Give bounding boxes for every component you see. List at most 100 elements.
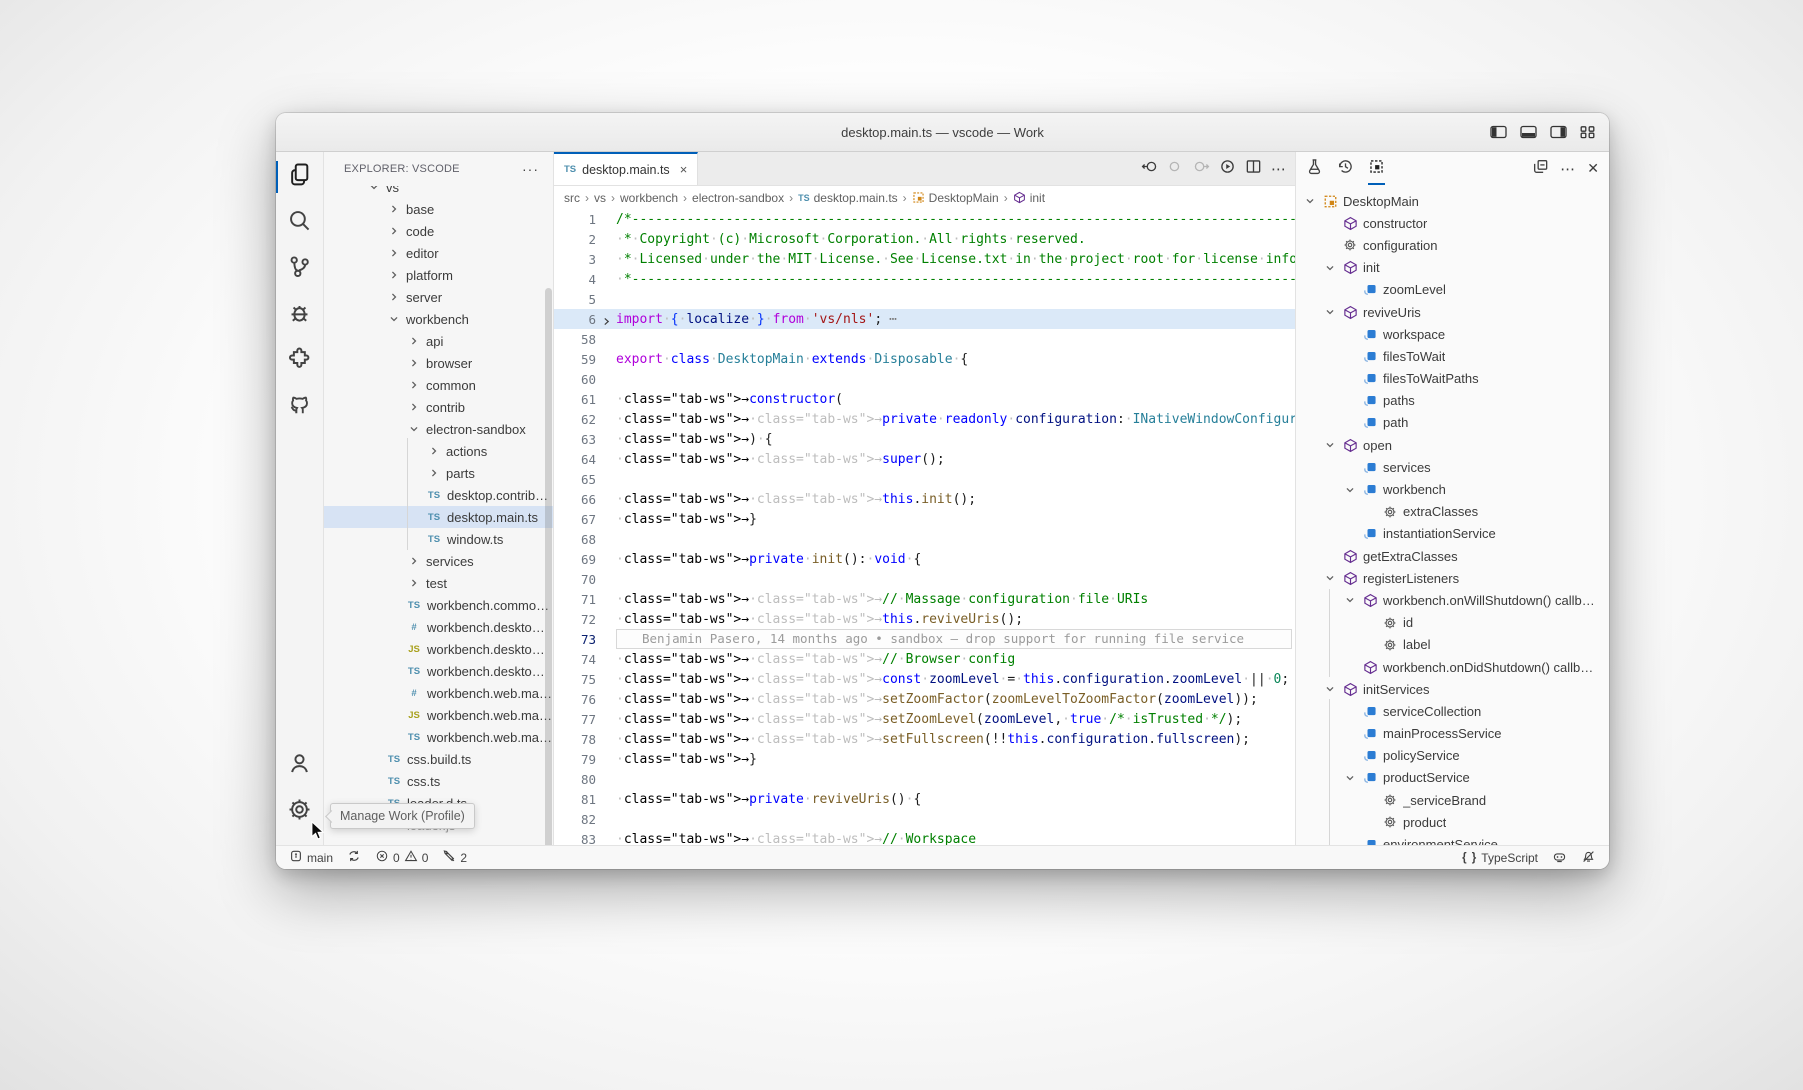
outline-item[interactable]: workspace bbox=[1296, 323, 1609, 345]
code-line[interactable]: 73Benjamin Pasero, 14 months ago • sandb… bbox=[554, 629, 1295, 649]
code-line[interactable]: 71·class="tab-ws">→·class="tab-ws">→//·M… bbox=[554, 589, 1295, 609]
fold-chevron-icon[interactable] bbox=[601, 315, 612, 330]
tree-item[interactable]: common bbox=[324, 374, 553, 396]
tree-item[interactable]: test bbox=[324, 572, 553, 594]
tree-item[interactable]: vs bbox=[324, 186, 553, 198]
outline-item[interactable]: policyService bbox=[1296, 745, 1609, 767]
go-forward-disabled-icon[interactable] bbox=[1167, 158, 1184, 180]
outline-item[interactable]: _serviceBrand bbox=[1296, 789, 1609, 811]
code-line[interactable]: 58 bbox=[554, 329, 1295, 349]
tree-item[interactable]: TScss.build.ts bbox=[324, 748, 553, 770]
sidebar-item-github[interactable] bbox=[276, 384, 323, 430]
breadcrumb-item[interactable]: init bbox=[1013, 191, 1045, 205]
outline-item[interactable]: configuration bbox=[1296, 234, 1609, 256]
code-line[interactable]: 80 bbox=[554, 769, 1295, 789]
branch-status-item[interactable]: main bbox=[289, 849, 333, 866]
sidebar-item-extensions[interactable] bbox=[276, 338, 323, 384]
accounts-button[interactable] bbox=[276, 743, 323, 789]
outline-item[interactable]: services bbox=[1296, 456, 1609, 478]
tree-item[interactable]: TSworkbench.deskto… bbox=[324, 660, 553, 682]
outline-item[interactable]: filesToWait bbox=[1296, 345, 1609, 367]
explorer-scrollbar[interactable] bbox=[545, 288, 552, 845]
code-line[interactable]: 69·class="tab-ws">→private·init():·void·… bbox=[554, 549, 1295, 569]
tab-outline[interactable] bbox=[1368, 152, 1385, 185]
tree-item[interactable]: electron-sandbox bbox=[324, 418, 553, 440]
sidebar-item-search[interactable] bbox=[276, 200, 323, 246]
tree-item[interactable]: TSwindow.ts bbox=[324, 528, 553, 550]
tree-item[interactable]: workbench bbox=[324, 308, 553, 330]
code-line[interactable]: 68 bbox=[554, 529, 1295, 549]
sidebar-item-run-debug[interactable] bbox=[276, 292, 323, 338]
code-line[interactable]: 83·class="tab-ws">→·class="tab-ws">→//·W… bbox=[554, 829, 1295, 845]
outline-item[interactable]: getExtraClasses bbox=[1296, 545, 1609, 567]
code-line[interactable]: 5 bbox=[554, 289, 1295, 309]
code-line[interactable]: 81·class="tab-ws">→private·reviveUris()·… bbox=[554, 789, 1295, 809]
close-panel-icon[interactable]: ✕ bbox=[1587, 160, 1599, 177]
tasks-status-item[interactable]: 2 bbox=[442, 849, 467, 866]
tree-item[interactable]: editor bbox=[324, 242, 553, 264]
navigate-next-disabled-icon[interactable] bbox=[1193, 158, 1210, 180]
split-editor-icon[interactable] bbox=[1245, 158, 1262, 180]
code-line[interactable]: 63·class="tab-ws">→)·{ bbox=[554, 429, 1295, 449]
code-line[interactable]: 59export·class·DesktopMain·extends·Dispo… bbox=[554, 349, 1295, 369]
code-line[interactable]: 79·class="tab-ws">→} bbox=[554, 749, 1295, 769]
code-line[interactable]: 74·class="tab-ws">→·class="tab-ws">→//·B… bbox=[554, 649, 1295, 669]
more-actions-icon[interactable]: ⋯ bbox=[1271, 160, 1287, 178]
sync-status-item[interactable] bbox=[347, 849, 361, 866]
code-line[interactable]: 4·*-------------------------------------… bbox=[554, 269, 1295, 289]
outline-item[interactable]: environmentService bbox=[1296, 833, 1609, 845]
outline-item[interactable]: filesToWaitPaths bbox=[1296, 368, 1609, 390]
code-line[interactable]: 1/*-------------------------------------… bbox=[554, 209, 1295, 229]
outline-item[interactable]: label bbox=[1296, 634, 1609, 656]
tree-item[interactable]: JSworkbench.deskto… bbox=[324, 638, 553, 660]
toggle-primary-sidebar-icon[interactable] bbox=[1490, 125, 1507, 139]
outline-item[interactable]: workbench bbox=[1296, 478, 1609, 500]
code-line[interactable]: 75·class="tab-ws">→·class="tab-ws">→cons… bbox=[554, 669, 1295, 689]
customize-layout-icon[interactable] bbox=[1580, 125, 1595, 139]
code-line[interactable]: 70 bbox=[554, 569, 1295, 589]
breadcrumb-item[interactable]: vs bbox=[594, 191, 606, 205]
outline-item[interactable]: mainProcessService bbox=[1296, 723, 1609, 745]
breadcrumb-item[interactable]: workbench bbox=[620, 191, 678, 205]
outline-item[interactable]: zoomLevel bbox=[1296, 279, 1609, 301]
code-line[interactable]: 61·class="tab-ws">→constructor( bbox=[554, 389, 1295, 409]
titlebar[interactable]: desktop.main.ts — vscode — Work bbox=[276, 113, 1609, 152]
tree-item[interactable]: services bbox=[324, 550, 553, 572]
outline-item[interactable]: instantiationService bbox=[1296, 523, 1609, 545]
tab-desktop-main-ts[interactable]: TS desktop.main.ts × bbox=[554, 152, 698, 185]
go-back-icon[interactable] bbox=[1141, 158, 1158, 180]
code-line[interactable]: 2·*·Copyright·(c)·Microsoft·Corporation.… bbox=[554, 229, 1295, 249]
outline-item[interactable]: init bbox=[1296, 257, 1609, 279]
tree-item[interactable]: #workbench.deskto… bbox=[324, 616, 553, 638]
code-line[interactable]: 78·class="tab-ws">→·class="tab-ws">→setF… bbox=[554, 729, 1295, 749]
outline-item[interactable]: open bbox=[1296, 434, 1609, 456]
tab-testing[interactable] bbox=[1306, 152, 1323, 185]
tree-item[interactable]: TSdesktop.contrib… bbox=[324, 484, 553, 506]
tree-item[interactable]: TSworkbench.web.ma… bbox=[324, 726, 553, 748]
toggle-secondary-sidebar-icon[interactable] bbox=[1550, 125, 1567, 139]
outline-more-actions-icon[interactable]: ⋯ bbox=[1560, 160, 1576, 178]
outline-item[interactable]: workbench.onDidShutdown() callb… bbox=[1296, 656, 1609, 678]
outline-item[interactable]: path bbox=[1296, 412, 1609, 434]
outline-item[interactable]: id bbox=[1296, 612, 1609, 634]
code-line[interactable]: 76·class="tab-ws">→·class="tab-ws">→setZ… bbox=[554, 689, 1295, 709]
tree-item[interactable]: browser bbox=[324, 352, 553, 374]
tree-item[interactable]: TSworkbench.commo… bbox=[324, 594, 553, 616]
outline-item[interactable]: reviveUris bbox=[1296, 301, 1609, 323]
language-mode-item[interactable]: { } TypeScript bbox=[1462, 851, 1538, 865]
code-line[interactable]: 82 bbox=[554, 809, 1295, 829]
breadcrumb-item[interactable]: src bbox=[564, 191, 580, 205]
sidebar-item-source-control[interactable] bbox=[276, 246, 323, 292]
tree-item[interactable]: server bbox=[324, 286, 553, 308]
tree-item[interactable]: #workbench.web.ma… bbox=[324, 682, 553, 704]
code-editor[interactable]: 1/*-------------------------------------… bbox=[554, 209, 1295, 845]
code-line[interactable]: 60 bbox=[554, 369, 1295, 389]
tree-item[interactable]: base bbox=[324, 198, 553, 220]
tab-timeline[interactable] bbox=[1337, 152, 1354, 185]
tree-item[interactable]: code bbox=[324, 220, 553, 242]
tree-item[interactable]: TSdesktop.main.ts bbox=[324, 506, 553, 528]
close-tab-icon[interactable]: × bbox=[680, 162, 688, 177]
code-line[interactable]: 67·class="tab-ws">→} bbox=[554, 509, 1295, 529]
sidebar-item-explorer[interactable] bbox=[276, 154, 323, 200]
tree-item[interactable]: JSworkbench.web.ma… bbox=[324, 704, 553, 726]
